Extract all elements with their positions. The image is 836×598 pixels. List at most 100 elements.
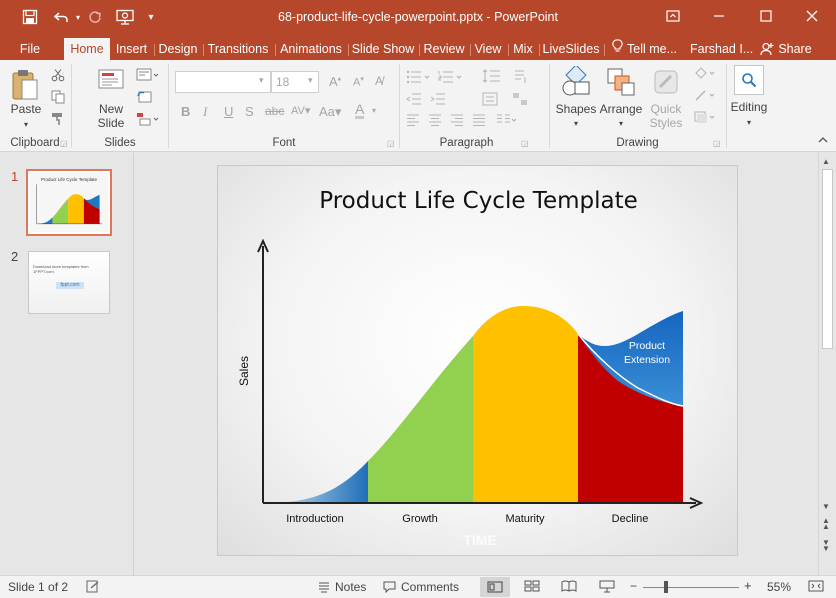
- new-slide-label-1[interactable]: New: [90, 102, 132, 116]
- clipboard-launcher-icon[interactable]: ◲: [60, 139, 68, 148]
- tab-slide-show[interactable]: Slide Show: [351, 38, 415, 60]
- collapse-ribbon-icon[interactable]: [818, 136, 828, 147]
- shape-outline-icon[interactable]: [693, 88, 719, 105]
- reading-view-icon[interactable]: [561, 580, 577, 595]
- editing-button[interactable]: Editing: [727, 100, 771, 114]
- ribbon-display-options-icon[interactable]: [658, 4, 688, 28]
- paste-button[interactable]: Paste: [6, 102, 46, 116]
- section-icon[interactable]: [136, 112, 160, 129]
- character-spacing-icon[interactable]: AV▾: [291, 104, 310, 117]
- zoom-slider[interactable]: [643, 587, 739, 588]
- tab-liveslides[interactable]: LiveSlides: [542, 38, 600, 60]
- numbering-icon[interactable]: [438, 70, 464, 87]
- tab-design[interactable]: Design: [157, 38, 199, 60]
- shapes-button[interactable]: Shapes: [554, 102, 598, 116]
- shape-effects-icon[interactable]: [693, 110, 719, 127]
- font-name-input[interactable]: [175, 71, 271, 93]
- tab-home[interactable]: Home: [64, 38, 110, 60]
- quick-styles-icon[interactable]: [651, 67, 681, 100]
- clear-formatting-icon[interactable]: A̸: [375, 74, 383, 88]
- tab-transitions[interactable]: Transitions: [206, 38, 270, 60]
- line-spacing-icon[interactable]: [482, 68, 506, 87]
- bullets-icon[interactable]: [406, 70, 432, 87]
- slide-show-view-icon[interactable]: [599, 580, 615, 596]
- justify-icon[interactable]: [472, 114, 486, 129]
- shapes-icon[interactable]: [560, 64, 592, 101]
- next-slide-icon[interactable]: ▼ ▼: [822, 539, 830, 553]
- maximize-icon[interactable]: [751, 4, 781, 28]
- shapes-dropdown-icon[interactable]: ▾: [554, 117, 598, 131]
- slide-thumbnail-2[interactable]: Download more templates from 1FPPT.com f…: [28, 251, 110, 314]
- reset-icon[interactable]: [136, 90, 152, 107]
- scroll-down-icon[interactable]: ▼: [822, 502, 830, 511]
- arrange-dropdown-icon[interactable]: ▾: [596, 117, 646, 131]
- current-slide[interactable]: Product Life Cycle Template TIME Sales I…: [217, 165, 738, 556]
- shape-fill-icon[interactable]: [693, 66, 719, 83]
- tab-insert[interactable]: Insert: [113, 38, 150, 60]
- zoom-out-icon[interactable]: −: [630, 579, 637, 593]
- scrollbar-thumb[interactable]: [822, 169, 833, 349]
- drawing-launcher-icon[interactable]: ◲: [713, 139, 721, 148]
- paste-icon[interactable]: [10, 68, 40, 105]
- quick-styles-label-2[interactable]: Styles: [644, 116, 688, 130]
- tab-file[interactable]: File: [12, 38, 48, 60]
- smartart-icon[interactable]: [512, 92, 528, 109]
- tab-mix[interactable]: Mix: [511, 38, 535, 60]
- change-case-icon[interactable]: Aa▾: [319, 104, 341, 120]
- paste-dropdown-icon[interactable]: ▾: [6, 118, 46, 132]
- vertical-scrollbar[interactable]: ▲ ▼ ▲ ▲ ▼ ▼: [818, 153, 836, 575]
- bold-icon[interactable]: B: [181, 104, 190, 119]
- spelling-check-icon[interactable]: [86, 580, 100, 596]
- decrease-indent-icon[interactable]: [406, 92, 422, 109]
- tab-review[interactable]: Review: [422, 38, 466, 60]
- increase-indent-icon[interactable]: [430, 92, 446, 109]
- quick-styles-label-1[interactable]: Quick: [644, 102, 688, 116]
- text-direction-icon[interactable]: [512, 68, 528, 87]
- copy-icon[interactable]: [51, 90, 65, 107]
- align-right-icon[interactable]: [450, 114, 464, 129]
- zoom-level[interactable]: 55%: [767, 580, 791, 594]
- format-painter-icon[interactable]: [51, 112, 65, 129]
- close-icon[interactable]: [797, 4, 827, 28]
- decrease-font-size-icon[interactable]: A▾: [353, 75, 364, 89]
- increase-font-size-icon[interactable]: A▴: [329, 74, 341, 89]
- align-center-icon[interactable]: [428, 114, 442, 129]
- find-icon[interactable]: [734, 65, 764, 95]
- font-color-icon[interactable]: A: [355, 102, 365, 119]
- tab-view[interactable]: View: [473, 38, 503, 60]
- editing-dropdown-icon[interactable]: ▾: [727, 116, 771, 130]
- layout-icon[interactable]: [136, 68, 160, 85]
- slide-sorter-view-icon[interactable]: [524, 580, 540, 595]
- font-size-dropdown-icon[interactable]: ▾: [308, 75, 313, 86]
- align-text-icon[interactable]: [482, 92, 506, 109]
- scroll-up-icon[interactable]: ▲: [822, 157, 830, 166]
- strikethrough-icon[interactable]: abc: [265, 104, 284, 118]
- lightbulb-icon[interactable]: [610, 38, 624, 60]
- columns-icon[interactable]: [496, 114, 518, 129]
- zoom-in-icon[interactable]: +: [744, 578, 752, 593]
- minimize-icon[interactable]: [704, 4, 734, 28]
- arrange-icon[interactable]: [606, 67, 636, 100]
- align-left-icon[interactable]: [406, 114, 420, 129]
- italic-icon[interactable]: I: [203, 104, 207, 120]
- tell-me-search[interactable]: Tell me...: [627, 38, 683, 60]
- arrange-button[interactable]: Arrange: [596, 102, 646, 116]
- tab-animations[interactable]: Animations: [278, 38, 344, 60]
- comments-button[interactable]: Comments: [383, 580, 459, 594]
- user-account[interactable]: Farshad I...: [690, 38, 753, 60]
- zoom-slider-thumb[interactable]: [664, 581, 668, 593]
- font-launcher-icon[interactable]: ◲: [387, 139, 395, 148]
- notes-button[interactable]: Notes: [318, 580, 366, 594]
- slide-thumbnail-1[interactable]: Product Life Cycle Template: [26, 169, 112, 236]
- font-name-dropdown-icon[interactable]: ▾: [259, 75, 264, 86]
- normal-view-icon[interactable]: [480, 577, 510, 597]
- new-slide-icon[interactable]: [96, 67, 126, 98]
- underline-icon[interactable]: U: [224, 104, 233, 119]
- cut-icon[interactable]: [51, 68, 65, 85]
- font-color-dropdown-icon[interactable]: ▾: [372, 106, 376, 115]
- paragraph-launcher-icon[interactable]: ◲: [521, 139, 529, 148]
- share-button[interactable]: Share: [757, 38, 815, 60]
- text-shadow-icon[interactable]: S: [245, 104, 254, 119]
- previous-slide-icon[interactable]: ▲ ▲: [822, 517, 830, 531]
- fit-slide-to-window-icon[interactable]: [808, 580, 824, 595]
